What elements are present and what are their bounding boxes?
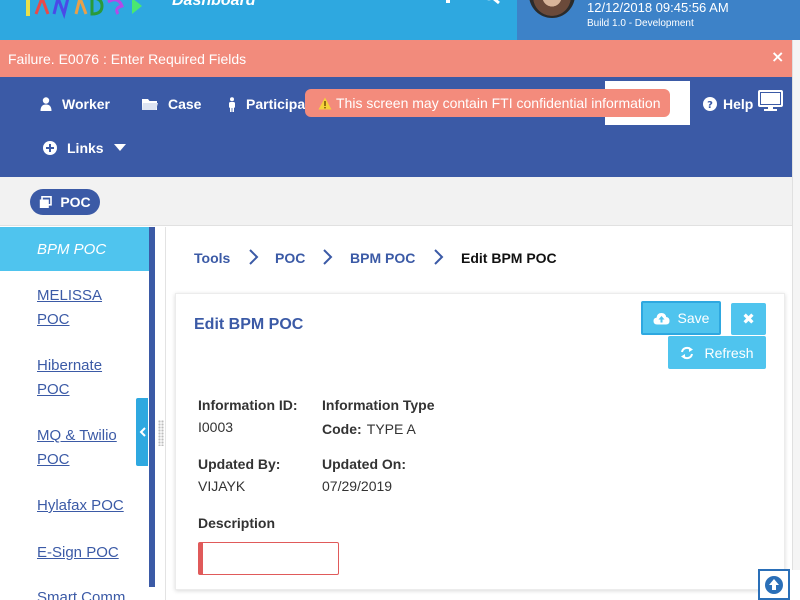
sidebar-border <box>149 227 155 587</box>
splitter-handle[interactable] <box>158 420 164 446</box>
context-tag-bar: POC <box>0 177 800 226</box>
app-title: Dashboard <box>172 0 256 9</box>
chevron-right-icon <box>249 249 259 265</box>
updated-on-label: Updated On: <box>322 456 406 472</box>
sidebar-item-mq-twilio-poc[interactable]: MQ & Twilio POC <box>37 424 137 472</box>
desktop-icon[interactable] <box>758 90 783 112</box>
information-id-value: I0003 <box>198 419 234 435</box>
sidebar: BPM POC MELISSA POC Hibernate POC MQ & T… <box>0 227 149 600</box>
caret-down-icon <box>113 144 126 151</box>
chevron-left-icon <box>139 427 146 437</box>
question-circle-icon: ? <box>703 97 717 111</box>
main-nav: Worker Case Participa This screen may co… <box>0 77 800 177</box>
breadcrumb-tools[interactable]: Tools <box>194 250 230 266</box>
monitor-icon[interactable] <box>436 0 460 6</box>
sidebar-item-esign-poc[interactable]: E-Sign POC <box>37 541 137 565</box>
nav-item-help[interactable]: ? Help <box>703 94 753 114</box>
nav-item-case[interactable]: Case <box>142 94 201 114</box>
tag-label: POC <box>60 194 91 210</box>
sidebar-item-melissa-poc[interactable]: MELISSA POC <box>37 284 137 332</box>
svg-text:?: ? <box>707 100 713 111</box>
nav-item-participant[interactable]: Participa <box>228 94 305 114</box>
fti-warning-badge: This screen may contain FTI confidential… <box>305 89 671 117</box>
breadcrumb-current: Edit BPM POC <box>461 250 557 266</box>
chevron-right-icon <box>434 249 444 265</box>
updated-on-value: 07/29/2019 <box>322 478 393 494</box>
avatar[interactable] <box>529 0 575 18</box>
sidebar-item-label: BPM POC <box>37 241 107 258</box>
sidebar-item-smart-comm[interactable]: Smart Comm <box>37 586 137 600</box>
save-button-label: Save <box>677 310 710 326</box>
sidebar-item-hibernate-poc[interactable]: Hibernate POC <box>37 354 137 402</box>
code-label: Code: <box>322 421 362 437</box>
code-value: TYPE A <box>366 421 416 437</box>
folder-icon <box>142 98 158 110</box>
top-header: Dashboard 12/12/2018 09:45:56 AM Build 1… <box>0 0 800 40</box>
user-icon <box>40 97 52 111</box>
scroll-to-top-button[interactable] <box>758 569 790 600</box>
error-message: Failure. E0076 : Enter Required Fields <box>8 51 247 67</box>
refresh-button[interactable]: Refresh <box>668 336 766 369</box>
nav-item-label: Help <box>723 96 754 112</box>
sidebar-item-hylafax-poc[interactable]: Hylafax POC <box>37 494 137 518</box>
window-restore-icon <box>40 195 53 208</box>
fti-warning-text: This screen may contain FTI confidential… <box>336 95 661 111</box>
sidebar-collapse-button[interactable] <box>136 398 148 466</box>
updated-by-value: VIJAYK <box>198 478 246 494</box>
plus-circle-icon <box>43 141 57 155</box>
build-version: Build 1.0 - Development <box>587 18 694 29</box>
nav-item-worker[interactable]: Worker <box>40 94 110 114</box>
person-icon <box>229 96 235 112</box>
cloud-upload-icon <box>653 312 670 324</box>
nav-item-label: Links <box>67 140 104 156</box>
edit-form-card: Edit BPM POC Save ✖ Refresh Information … <box>175 293 785 590</box>
app-logo <box>26 0 142 20</box>
description-field[interactable] <box>198 542 339 575</box>
chevron-right-icon <box>323 249 333 265</box>
information-type-label: Information Type <box>322 397 435 413</box>
search-icon[interactable] <box>480 0 504 6</box>
grid-icon[interactable] <box>392 0 416 6</box>
warning-icon <box>318 97 332 109</box>
refresh-icon <box>681 346 694 359</box>
close-form-button[interactable]: ✖ <box>731 303 766 335</box>
tag-poc[interactable]: POC <box>30 189 100 215</box>
nav-item-label: Case <box>168 96 202 112</box>
sidebar-item-bpm-poc[interactable]: BPM POC <box>0 227 149 271</box>
content-divider <box>165 227 166 600</box>
breadcrumb-bpm-poc[interactable]: BPM POC <box>350 250 415 266</box>
nav-item-links[interactable]: Links <box>43 138 126 158</box>
information-id-label: Information ID: <box>198 397 298 413</box>
updated-by-label: Updated By: <box>198 456 281 472</box>
error-banner: Failure. E0076 : Enter Required Fields × <box>0 40 800 77</box>
page-scrollbar[interactable] <box>792 40 800 570</box>
refresh-button-label: Refresh <box>704 344 754 361</box>
nav-item-label: Participa <box>246 96 306 112</box>
information-type-code: Code: TYPE A <box>322 419 416 438</box>
save-button[interactable]: Save <box>641 301 721 335</box>
arrow-up-circle-icon <box>765 575 783 594</box>
description-label: Description <box>198 515 276 531</box>
session-datetime: 12/12/2018 09:45:56 AM <box>587 0 729 15</box>
nav-item-label: Worker <box>62 96 110 112</box>
user-info-panel: 12/12/2018 09:45:56 AM Build 1.0 - Devel… <box>517 0 800 40</box>
page-title: Edit BPM POC <box>194 316 304 333</box>
close-icon[interactable]: × <box>771 47 784 66</box>
breadcrumb-poc[interactable]: POC <box>275 250 305 266</box>
